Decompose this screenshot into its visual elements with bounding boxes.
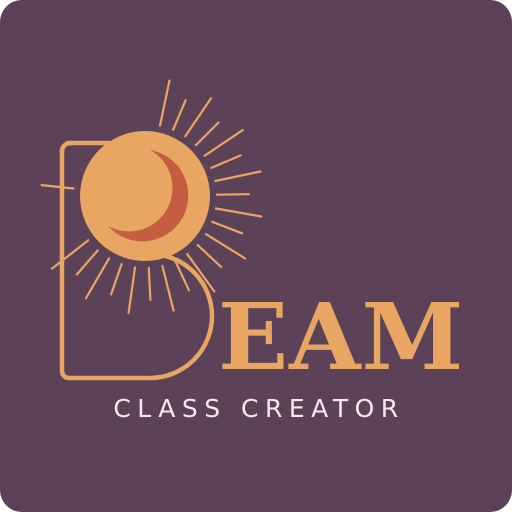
sun-ray (75, 249, 99, 276)
sun-ray (158, 79, 171, 127)
sun-ray (214, 170, 262, 183)
sun-ray (161, 264, 175, 312)
sun-ray (184, 97, 213, 138)
sun-ray (210, 154, 242, 169)
sun-ray (84, 257, 111, 300)
wordmark-eam: EAM (218, 283, 465, 391)
sun-ray (196, 244, 223, 268)
sun-ray (109, 263, 123, 296)
sun-ray (40, 184, 75, 190)
sun-ray (211, 220, 244, 235)
sun-ray (205, 233, 247, 260)
sun-ray (172, 99, 187, 131)
sun-ray (50, 239, 90, 270)
sun-ray (203, 128, 244, 157)
sun-ray (147, 266, 152, 301)
tagline-class-creator: CLASS CREATOR (113, 394, 405, 423)
sun-ray (127, 266, 137, 314)
sun-ray (214, 207, 263, 218)
beam-logo-graphic (40, 79, 263, 381)
sun-ray (215, 193, 251, 196)
letter-b-top-corner (59, 140, 75, 155)
sun-disc (80, 131, 210, 261)
sun-ray (194, 121, 220, 147)
app-icon-tile: EAM CLASS CREATOR (0, 0, 512, 512)
